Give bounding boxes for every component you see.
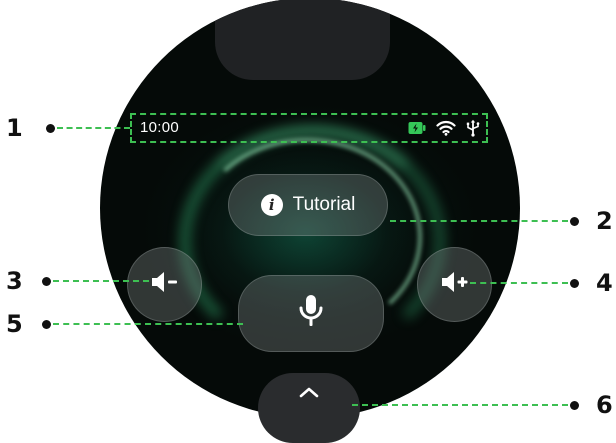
callout-5-dot (42, 320, 51, 329)
volume-up-button[interactable] (417, 247, 492, 322)
callout-6-line (352, 404, 568, 406)
callout-4-line (470, 282, 568, 284)
status-icons (408, 119, 480, 137)
callout-1-line (57, 127, 130, 129)
info-icon: i (260, 194, 283, 216)
callout-1-dot (46, 124, 55, 133)
top-notch (215, 0, 390, 80)
wifi-icon (436, 120, 456, 136)
callout-5-line (53, 323, 243, 325)
callout-3-line (53, 280, 149, 282)
battery-charging-icon (408, 121, 426, 135)
volume-down-button[interactable] (127, 247, 202, 322)
volume-up-icon (440, 270, 470, 299)
microphone-icon (298, 294, 324, 333)
callout-1-label: 1 (6, 114, 23, 142)
callout-6-label: 6 (596, 391, 613, 419)
tutorial-button[interactable]: i Tutorial (228, 174, 388, 236)
callout-6-dot (570, 401, 579, 410)
callout-2-label: 2 (596, 207, 613, 235)
callout-3-label: 3 (6, 267, 23, 295)
callout-2-line (390, 220, 568, 222)
swipe-up-handle[interactable] (258, 373, 360, 443)
tutorial-label: Tutorial (292, 194, 356, 215)
callout-3-dot (42, 277, 51, 286)
callout-4-dot (570, 279, 579, 288)
status-bar: 10:00 (130, 113, 488, 143)
callout-5-label: 5 (6, 310, 23, 338)
chevron-up-icon (298, 385, 320, 443)
callout-4-label: 4 (596, 269, 613, 297)
status-time: 10:00 (140, 119, 180, 136)
volume-down-icon (150, 270, 180, 299)
callout-2-dot (570, 217, 579, 226)
microphone-button[interactable] (238, 275, 384, 352)
usb-icon (466, 119, 480, 137)
